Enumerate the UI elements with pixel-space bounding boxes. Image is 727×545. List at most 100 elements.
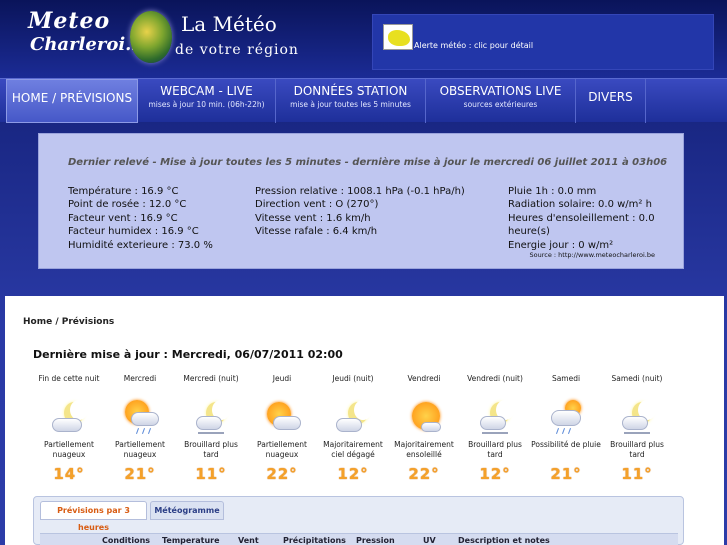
page: Meteo Charleroi.be La Météo de votre rég… <box>0 0 727 545</box>
forecast-day: Samedi Possibilité de pluie 21° <box>531 374 601 483</box>
moon-fog-icon <box>474 400 516 436</box>
alert-link[interactable]: Alerte météo : clic pour détail <box>414 41 533 50</box>
forecast-day-name: Fin de cette nuit <box>38 374 100 383</box>
alert-map-icon[interactable] <box>383 24 413 50</box>
last-update-heading: Dernière mise à jour : Mercredi, 06/07/2… <box>33 348 343 361</box>
sun-icon <box>403 400 445 436</box>
forecast-day: Fin de cette nuit Partiellement nuageux … <box>34 374 104 483</box>
moon-fog-icon <box>190 400 232 436</box>
obs-humidity: Humidité exterieure : 73.0 % <box>68 239 213 251</box>
moon-fog-icon <box>616 400 658 436</box>
obs-sunshine-hours: Heures d'ensoleillement : 0.0 heure(s) <box>508 212 655 238</box>
forecast-condition: Majoritairement ensoleillé <box>394 440 454 459</box>
logo-meteo[interactable]: Meteo <box>28 8 110 34</box>
main-nav: HOME / PRÉVISIONS WEBCAM - LIVE mises à … <box>0 78 727 123</box>
obs-column-2: Pression relative : 1008.1 hPa (-0.1 hPa… <box>255 185 465 239</box>
col-conditions: Conditions <box>102 536 151 545</box>
nav-sublabel: sources extérieures <box>463 100 538 109</box>
nav-home-previsions[interactable]: HOME / PRÉVISIONS <box>6 79 138 123</box>
nav-sublabel: mises à jour 10 min. (06h-22h) <box>148 100 265 109</box>
forecast-day: Mercredi Partiellement nuageux 21° <box>105 374 175 483</box>
forecast-day-name: Samedi (nuit) <box>611 374 663 383</box>
col-pressure: Pression <box>356 536 395 545</box>
obs-title: Dernier relevé - Mise à jour toutes les … <box>68 157 668 168</box>
obs-wind-chill: Facteur vent : 16.9 °C <box>68 212 178 224</box>
forecast-temperature: 14° <box>53 465 85 483</box>
tab-meteogramme[interactable]: Météogramme <box>150 501 224 520</box>
tab-previsions-3h[interactable]: Prévisions par 3 heures <box>40 501 147 532</box>
obs-solar-radiation: Radiation solaire: 0.0 w/m² h <box>508 199 652 211</box>
forecast-day-name: Samedi <box>551 374 581 383</box>
forecast-condition: Brouillard plus tard <box>184 440 238 459</box>
forecast-day-name: Vendredi <box>407 374 441 383</box>
forecast-day: Jeudi Partiellement nuageux 22° <box>247 374 317 483</box>
forecast-condition: Possibilité de pluie <box>531 440 601 449</box>
forecast-temperature: 21° <box>550 465 582 483</box>
nav-donnees-station[interactable]: DONNÉES STATION mise à jour toutes les 5… <box>276 79 426 123</box>
col-description: Description et notes <box>458 536 550 545</box>
col-temperature: Temperature <box>162 536 220 545</box>
obs-gust-speed: Vitesse rafale : 6.4 km/h <box>255 226 378 238</box>
forecast-day-name: Jeudi (nuit) <box>332 374 374 383</box>
obs-humidex: Facteur humidex : 16.9 °C <box>68 226 199 238</box>
obs-source[interactable]: Source : http://www.meteocharleroi.be <box>530 251 656 259</box>
forecast-day-name: Mercredi <box>123 374 157 383</box>
moon-cloud-icon <box>332 400 374 436</box>
obs-wind-direction: Direction vent : O (270°) <box>255 199 379 211</box>
forecast-temperature: 12° <box>479 465 511 483</box>
forecast-tabs-panel: Prévisions par 3 heures Météogramme Cond… <box>33 496 684 545</box>
cloud-rain-icon <box>545 400 587 436</box>
forecast-temperature: 22° <box>408 465 440 483</box>
obs-dew-point: Point de rosée : 12.0 °C <box>68 199 187 211</box>
forecast-condition: Brouillard plus tard <box>468 440 522 459</box>
sun-cloud-icon <box>261 400 303 436</box>
obs-temperature: Température : 16.9 °C <box>68 186 179 197</box>
col-wind: Vent <box>238 536 259 545</box>
obs-column-1: Température : 16.9 °C Point de rosée : 1… <box>68 185 213 252</box>
forecast-day: Jeudi (nuit) Majoritairement ciel dégagé… <box>318 374 388 483</box>
forecast-temperature: 22° <box>266 465 298 483</box>
forecast-table-header: Conditions Temperature Vent Précipitatio… <box>40 533 678 545</box>
tagline-line1: La Météo <box>181 12 277 36</box>
forecast-day-name: Jeudi <box>272 374 292 383</box>
forecast-day-name: Vendredi (nuit) <box>467 374 523 383</box>
nav-label: HOME / PRÉVISIONS <box>11 91 133 105</box>
col-precipitation: Précipitations <box>283 536 346 545</box>
forecast-condition: Brouillard plus tard <box>610 440 664 459</box>
obs-column-3: Pluie 1h : 0.0 mm Radiation solaire: 0.0… <box>508 185 683 252</box>
current-observations-panel: Dernier relevé - Mise à jour toutes les … <box>38 133 684 269</box>
main-content: Home / Prévisions Dernière mise à jour :… <box>5 296 724 545</box>
nav-label: WEBCAM - LIVE <box>160 84 253 98</box>
nav-label: DONNÉES STATION <box>293 84 408 98</box>
obs-pressure: Pression relative : 1008.1 hPa (-0.1 hPa… <box>255 186 465 197</box>
forecast-day: Mercredi (nuit) Brouillard plus tard 11° <box>176 374 246 483</box>
forecast-day: Vendredi (nuit) Brouillard plus tard 12° <box>460 374 530 483</box>
forecast-day: Vendredi Majoritairement ensoleillé 22° <box>389 374 459 483</box>
forecast-condition: Partiellement nuageux <box>115 440 165 459</box>
forecast-condition: Partiellement nuageux <box>44 440 94 459</box>
weather-alert-banner[interactable]: Alerte météo : clic pour détail <box>372 14 714 70</box>
col-uv: UV <box>423 536 436 545</box>
obs-rain-1h: Pluie 1h : 0.0 mm <box>508 186 597 197</box>
nav-label: DIVERS <box>588 90 633 104</box>
forecast-condition: Majoritairement ciel dégagé <box>323 440 383 459</box>
breadcrumb[interactable]: Home / Prévisions <box>23 317 114 327</box>
forecast-day: Samedi (nuit) Brouillard plus tard 11° <box>602 374 672 483</box>
forecast-day-name: Mercredi (nuit) <box>183 374 239 383</box>
forecast-condition: Partiellement nuageux <box>257 440 307 459</box>
site-header: Meteo Charleroi.be La Météo de votre rég… <box>0 0 727 78</box>
forecast-temperature: 12° <box>337 465 369 483</box>
nav-divers[interactable]: DIVERS <box>576 79 646 123</box>
obs-wind-speed: Vitesse vent : 1.6 km/h <box>255 212 371 224</box>
tagline-line2: de votre région <box>175 42 299 58</box>
nav-observations-live[interactable]: OBSERVATIONS LIVE sources extérieures <box>426 79 576 123</box>
sun-cloud-rain-icon <box>119 400 161 436</box>
nav-sublabel: mise à jour toutes les 5 minutes <box>290 100 411 109</box>
nav-webcam-live[interactable]: WEBCAM - LIVE mises à jour 10 min. (06h-… <box>138 79 276 123</box>
globe-icon <box>130 11 172 63</box>
nav-label: OBSERVATIONS LIVE <box>439 84 562 98</box>
forecast-temperature: 21° <box>124 465 156 483</box>
forecast-temperature: 11° <box>195 465 227 483</box>
moon-cloud-icon <box>48 400 90 436</box>
forecast-temperature: 11° <box>621 465 653 483</box>
